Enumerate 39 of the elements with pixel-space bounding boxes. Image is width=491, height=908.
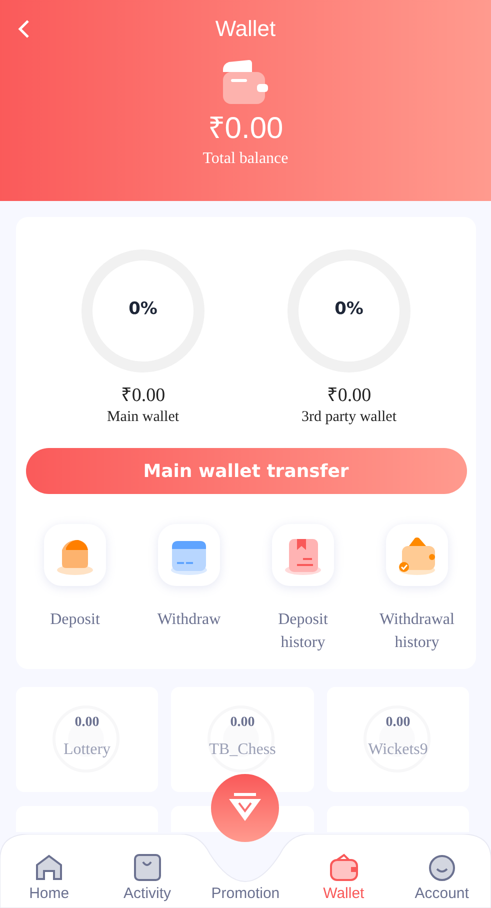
activity-icon <box>132 853 162 881</box>
game-logo <box>207 705 275 773</box>
game-balance-card[interactable]: 0.00 Lottery <box>16 687 158 792</box>
wallet-icon <box>328 853 359 881</box>
nav-tab[interactable]: Account <box>396 846 487 908</box>
wallet-amount: ₹0.00 <box>120 384 166 407</box>
nav-tab[interactable]: Home <box>4 846 94 908</box>
game-name: Wickets9 <box>368 741 428 759</box>
diamond-icon <box>227 793 263 823</box>
withdraw-button[interactable]: Withdraw <box>145 524 233 654</box>
game-balance: 0.00 <box>230 715 255 731</box>
home-icon <box>34 853 64 881</box>
wallet-icon <box>44 524 106 586</box>
game-name: TB_Chess <box>209 741 276 759</box>
page-title: Wallet <box>215 16 276 42</box>
game-balance: 0.00 <box>386 715 410 731</box>
back-button[interactable] <box>16 18 32 40</box>
nav-tab[interactable]: Wallet <box>298 846 389 908</box>
deposit-button[interactable]: Deposit <box>31 524 119 654</box>
wallet-label: 3rd party wallet <box>302 409 396 426</box>
nav-tab[interactable]: Promotion <box>200 846 290 908</box>
game-name: Lottery <box>63 741 111 759</box>
percent-label: 0% <box>334 299 364 319</box>
bookmark-icon <box>272 524 334 586</box>
wallet-amount: ₹0.00 <box>326 384 372 407</box>
wallet-label: Main wallet <box>106 409 180 426</box>
total-balance: ₹0.00 <box>208 112 284 146</box>
withdrawal-history-button[interactable]: Withdrawal history <box>373 524 461 654</box>
game-balance-card[interactable]: 0.00 Wickets9 <box>327 687 469 792</box>
wallet-check-icon <box>386 524 448 586</box>
percent-label: 0% <box>128 299 158 319</box>
card-icon <box>158 524 220 586</box>
transfer-button[interactable]: Main wallet transfer <box>26 448 466 494</box>
deposit-history-button[interactable]: Deposit history <box>259 524 347 654</box>
game-balance: 0.00 <box>74 715 100 731</box>
wallet-icon <box>222 60 268 106</box>
nav-tab[interactable]: Activity <box>102 846 192 908</box>
game-balance-card[interactable]: 0.00 TB_Chess <box>171 687 314 792</box>
balance-label: Total balance <box>202 150 288 168</box>
